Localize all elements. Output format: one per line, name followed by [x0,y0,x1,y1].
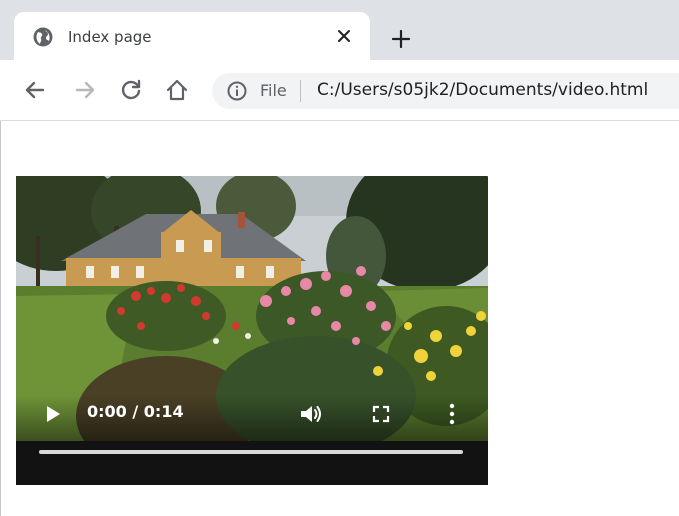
address-bar[interactable]: File C:/Users/s05jk2/Documents/video.htm… [212,73,679,109]
play-icon[interactable] [44,404,62,424]
arrow-right-icon[interactable] [72,77,98,103]
site-info-chip[interactable]: File [212,73,300,109]
reload-icon[interactable] [118,77,144,103]
navigation-toolbar: File C:/Users/s05jk2/Documents/video.htm… [0,60,679,121]
time-display: 0:00 / 0:14 [87,402,184,421]
info-icon [227,81,247,101]
arrow-left-icon[interactable] [22,77,48,103]
home-icon[interactable] [164,77,190,103]
chip-divider [300,80,301,102]
file-scheme-label: File [260,81,287,100]
tab-strip: Index page [0,0,679,60]
volume-icon[interactable] [299,403,323,425]
more-vert-icon[interactable] [448,403,456,425]
video-player[interactable]: 0:00 / 0:14 [16,176,488,485]
tab-index-page[interactable]: Index page [14,12,370,60]
close-icon[interactable] [334,26,354,46]
tab-title: Index page [68,28,152,46]
progress-track[interactable] [39,450,463,454]
globe-icon [33,27,53,47]
browser-window: Index page File C:/Users/s05jk2/Document… [0,0,679,516]
plus-icon[interactable] [390,28,412,50]
url-text[interactable]: C:/Users/s05jk2/Documents/video.html [317,80,648,100]
progress-bar-area [16,441,488,485]
fullscreen-icon[interactable] [372,405,390,423]
